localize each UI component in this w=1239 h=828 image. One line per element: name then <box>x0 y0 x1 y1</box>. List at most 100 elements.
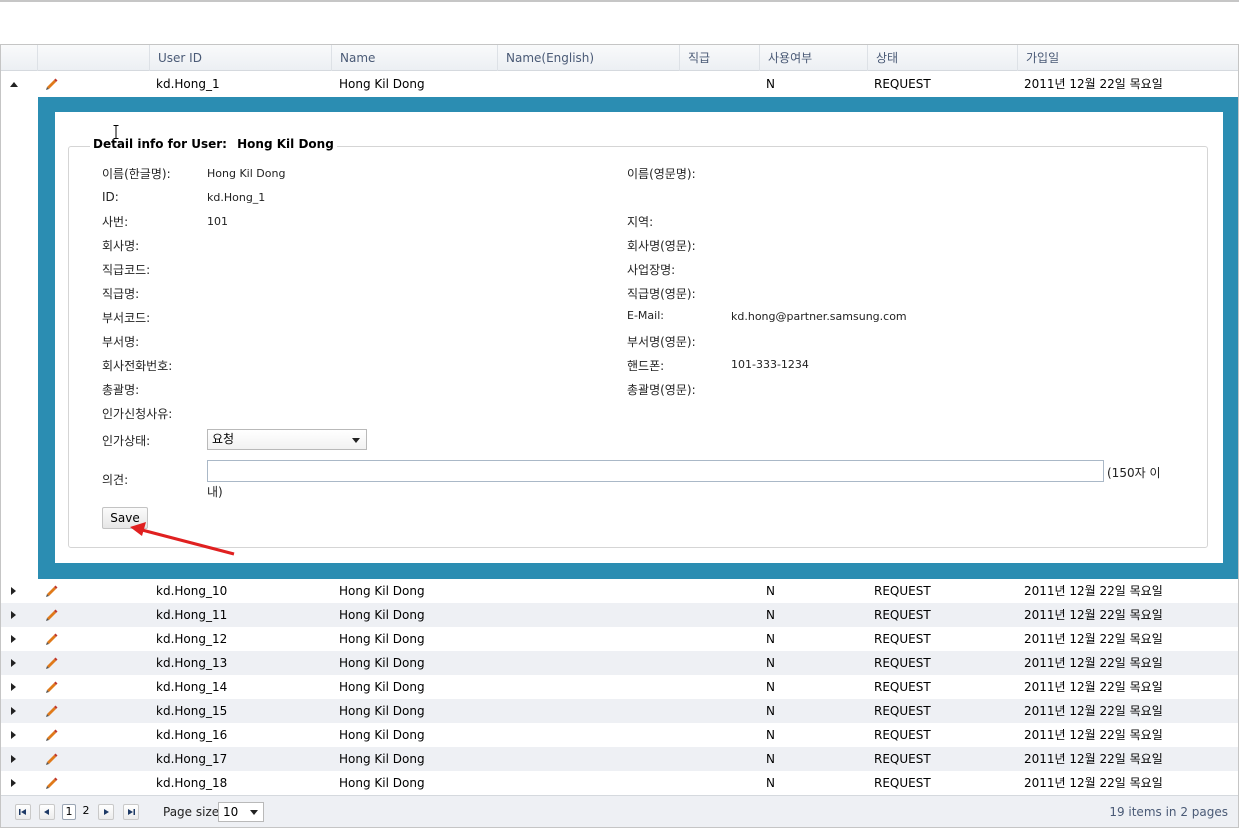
cell-user-id: kd.Hong_1 <box>156 77 220 91</box>
triangle-right-icon[interactable] <box>11 779 16 787</box>
pencil-icon[interactable] <box>45 584 59 598</box>
triangle-right-icon[interactable] <box>11 635 16 643</box>
cell-name: Hong Kil Dong <box>339 608 425 622</box>
detail-legend: Detail info for User: Hong Kil Dong <box>90 137 337 151</box>
table-row-expanded[interactable]: kd.Hong_1 Hong Kil Dong N REQUEST 2011년 … <box>1 72 1238 96</box>
cell-use-flag: N <box>766 704 775 718</box>
triangle-down-icon[interactable] <box>10 82 18 87</box>
detail-panel-body: Detail info for User: Hong Kil Dong 이름(한… <box>55 112 1223 563</box>
table-row[interactable]: kd.Hong_15 Hong Kil Dong N REQUEST 2011년… <box>1 699 1238 723</box>
table-row[interactable]: kd.Hong_16 Hong Kil Dong N REQUEST 2011년… <box>1 723 1238 747</box>
label-comment: 의견: <box>102 473 129 487</box>
header-join-date[interactable]: 가입일 <box>1017 45 1238 71</box>
page-number[interactable]: 2 <box>79 804 93 820</box>
pencil-icon[interactable] <box>45 632 59 646</box>
pencil-icon[interactable] <box>45 752 59 766</box>
header-spacer <box>37 45 149 71</box>
cell-status: REQUEST <box>874 680 931 694</box>
table-row[interactable]: kd.Hong_11 Hong Kil Dong N REQUEST 2011년… <box>1 603 1238 627</box>
label-rank-code: 직급코드: <box>102 263 151 277</box>
detail-legend-prefix: Detail info for User: <box>93 137 227 151</box>
cell-user-id: kd.Hong_10 <box>156 584 228 598</box>
triangle-right-icon[interactable] <box>11 755 16 763</box>
cell-status: REQUEST <box>874 656 931 670</box>
header-name-english[interactable]: Name(English) <box>497 45 679 71</box>
cell-status: REQUEST <box>874 752 931 766</box>
cell-status: REQUEST <box>874 632 931 646</box>
label-dept-name-english: 부서명(영문): <box>627 335 696 349</box>
cell-name: Hong Kil Dong <box>339 656 425 670</box>
cell-name: Hong Kil Dong <box>339 77 425 91</box>
cell-join-date: 2011년 12월 22일 목요일 <box>1024 776 1163 790</box>
cell-join-date: 2011년 12월 22일 목요일 <box>1024 752 1163 766</box>
page-size-label: Page size: <box>163 805 224 819</box>
first-page-icon[interactable] <box>15 804 31 820</box>
label-rank-name: 직급명: <box>102 287 140 301</box>
cell-use-flag: N <box>766 608 775 622</box>
label-company: 회사명: <box>102 239 140 253</box>
pencil-icon[interactable] <box>45 680 59 694</box>
header-status[interactable]: 상태 <box>867 45 1017 71</box>
triangle-right-icon[interactable] <box>11 707 16 715</box>
pencil-icon[interactable] <box>45 728 59 742</box>
users-grid: User ID Name Name(English) 직급 사용여부 상태 가입… <box>0 44 1239 828</box>
cell-user-id: kd.Hong_18 <box>156 776 228 790</box>
cell-name: Hong Kil Dong <box>339 728 425 742</box>
table-row[interactable]: kd.Hong_13 Hong Kil Dong N REQUEST 2011년… <box>1 651 1238 675</box>
cell-use-flag: N <box>766 77 775 91</box>
label-english-name: 이름(영문명): <box>627 167 696 181</box>
pencil-icon[interactable] <box>45 77 59 91</box>
chevron-down-icon <box>250 810 258 815</box>
header-name[interactable]: Name <box>331 45 497 71</box>
grid-header: User ID Name Name(English) 직급 사용여부 상태 가입… <box>1 45 1238 71</box>
header-rank[interactable]: 직급 <box>679 45 759 71</box>
triangle-right-icon[interactable] <box>11 611 16 619</box>
cell-user-id: kd.Hong_11 <box>156 608 228 622</box>
header-user-id[interactable]: User ID <box>149 45 331 71</box>
triangle-right-icon[interactable] <box>11 731 16 739</box>
cell-user-id: kd.Hong_16 <box>156 728 228 742</box>
pencil-icon[interactable] <box>45 656 59 670</box>
label-dept-name: 부서명: <box>102 335 140 349</box>
label-id: ID: <box>102 190 119 204</box>
pencil-icon[interactable] <box>45 704 59 718</box>
cell-user-id: kd.Hong_12 <box>156 632 228 646</box>
pencil-icon[interactable] <box>45 608 59 622</box>
triangle-right-icon[interactable] <box>11 587 16 595</box>
table-row[interactable]: kd.Hong_14 Hong Kil Dong N REQUEST 2011년… <box>1 675 1238 699</box>
table-row[interactable]: kd.Hong_12 Hong Kil Dong N REQUEST 2011년… <box>1 627 1238 651</box>
cell-use-flag: N <box>766 632 775 646</box>
pencil-icon[interactable] <box>45 776 59 790</box>
page-size-select[interactable]: 10 <box>218 802 264 822</box>
label-rank-name-english: 직급명(영문): <box>627 287 696 301</box>
approval-status-select[interactable]: 요청 <box>207 429 367 450</box>
cell-status: REQUEST <box>874 584 931 598</box>
label-employee-number: 사번: <box>102 215 129 229</box>
cell-join-date: 2011년 12월 22일 목요일 <box>1024 584 1163 598</box>
label-mobile: 핸드폰: <box>627 359 665 373</box>
comment-input[interactable] <box>207 460 1104 482</box>
cell-name: Hong Kil Dong <box>339 632 425 646</box>
previous-page-icon[interactable] <box>39 804 55 820</box>
value-korean-name: Hong Kil Dong <box>207 167 286 180</box>
triangle-right-icon[interactable] <box>11 683 16 691</box>
triangle-right-icon[interactable] <box>11 659 16 667</box>
last-page-icon[interactable] <box>123 804 139 820</box>
label-division-english: 총괄명(영문): <box>627 383 696 397</box>
cell-join-date: 2011년 12월 22일 목요일 <box>1024 704 1163 718</box>
label-email: E-Mail: <box>627 309 664 322</box>
table-row[interactable]: kd.Hong_10 Hong Kil Dong N REQUEST 2011년… <box>1 579 1238 603</box>
label-site-name: 사업장명: <box>627 263 676 277</box>
cell-use-flag: N <box>766 584 775 598</box>
table-row[interactable]: kd.Hong_18 Hong Kil Dong N REQUEST 2011년… <box>1 771 1238 795</box>
next-page-icon[interactable] <box>98 804 114 820</box>
header-use-flag[interactable]: 사용여부 <box>759 45 867 71</box>
cell-join-date: 2011년 12월 22일 목요일 <box>1024 656 1163 670</box>
cell-use-flag: N <box>766 752 775 766</box>
label-company-english: 회사명(영문): <box>627 239 696 253</box>
table-row[interactable]: kd.Hong_17 Hong Kil Dong N REQUEST 2011년… <box>1 747 1238 771</box>
page-number-current[interactable]: 1 <box>62 804 76 820</box>
value-mobile: 101-333-1234 <box>731 358 809 371</box>
approval-status-value: 요청 <box>212 432 235 446</box>
annotation-arrow-icon <box>130 522 235 556</box>
